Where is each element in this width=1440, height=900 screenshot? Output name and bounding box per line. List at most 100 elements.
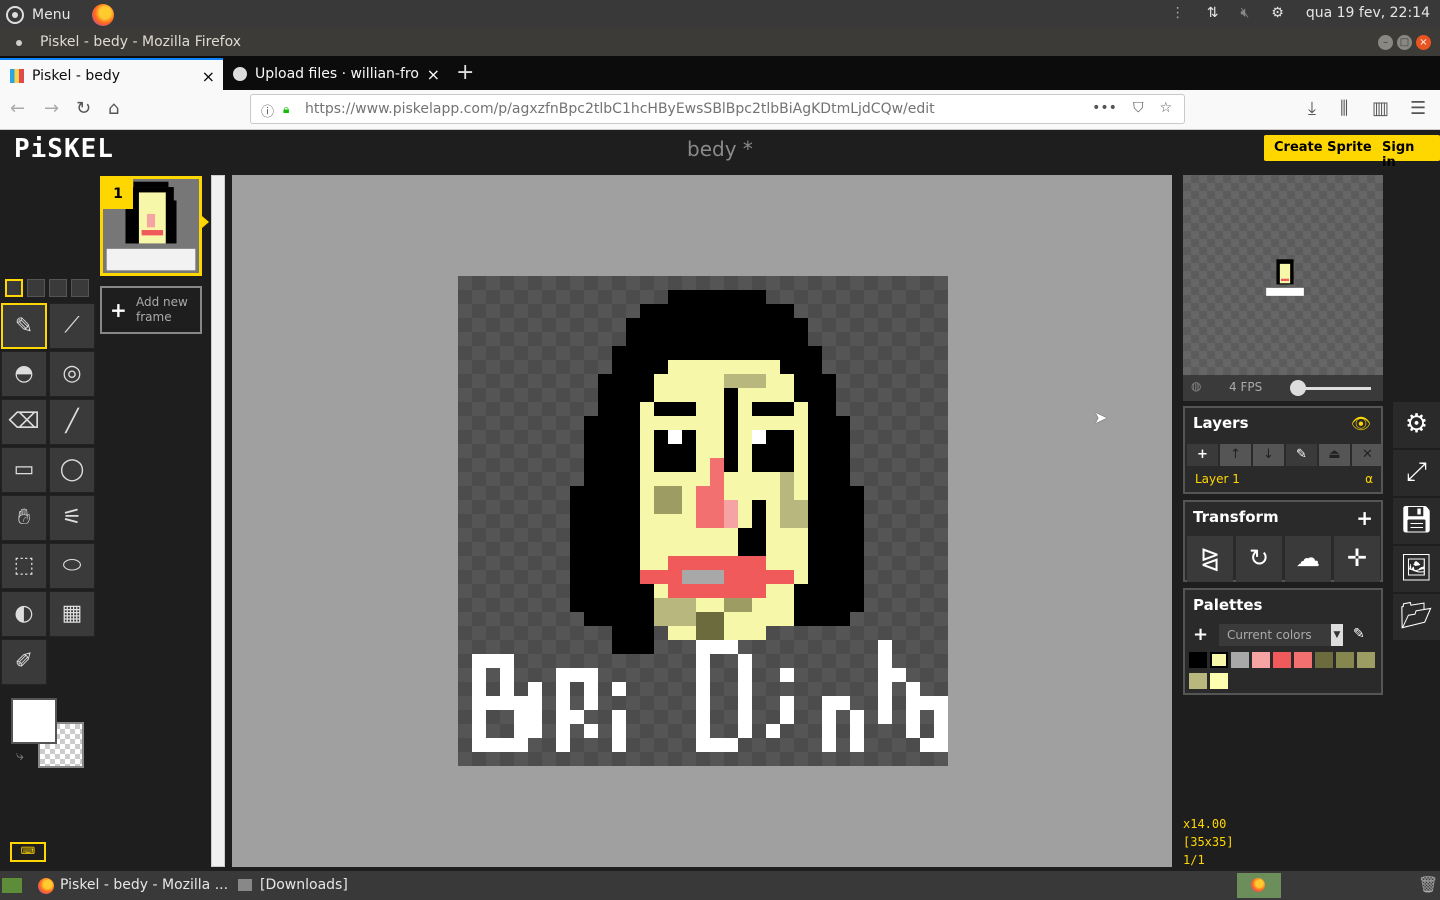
tab-piskel[interactable]: Piskel - bedy × [0, 58, 223, 90]
swap-colors-icon[interactable]: ⤷ [16, 748, 24, 764]
keyboard-shortcuts-icon[interactable]: ⌨ [10, 842, 46, 862]
os-menu-button[interactable]: Menu [6, 4, 115, 26]
flip-icon[interactable]: ⧎ [1187, 536, 1233, 582]
palette-swatch[interactable] [1357, 652, 1375, 668]
os-clock[interactable]: qua 19 fev, 22:14 [1306, 5, 1430, 21]
hamburger-menu-icon[interactable]: ☰ [1410, 98, 1426, 119]
dithering-tool-icon[interactable]: ▦ [49, 591, 95, 637]
library-icon[interactable]: ⫼ [1340, 98, 1348, 119]
layer-item[interactable]: Layer 1 α [1187, 470, 1379, 490]
pen-size-4[interactable] [71, 279, 89, 297]
fps-slider-handle[interactable] [1290, 380, 1306, 396]
move-hand-tool-icon[interactable]: ✋︎ [1, 495, 47, 541]
taskbar-item-firefox[interactable]: Piskel - bedy - Mozilla ... [34, 871, 228, 900]
minimize-button[interactable]: – [1378, 35, 1393, 50]
lighten-tool-icon[interactable]: ◐ [1, 591, 47, 637]
drawing-canvas[interactable] [458, 276, 948, 766]
workspace-switcher[interactable] [1237, 873, 1281, 898]
home-button[interactable]: ⌂ [108, 98, 119, 119]
move-layer-down-icon[interactable]: ↓ [1253, 444, 1284, 466]
palette-swatch[interactable] [1315, 652, 1333, 668]
save-icon[interactable]: 💾︎ [1393, 498, 1440, 544]
shape-selection-tool-icon[interactable]: ⚟ [49, 495, 95, 541]
toggle-layer-visibility-icon[interactable]: 👁︎ [1351, 414, 1371, 433]
sign-in-button[interactable]: Sign in [1372, 135, 1440, 170]
clone-sheep-icon[interactable]: ☁ [1285, 536, 1331, 582]
window-menu-icon[interactable] [16, 40, 22, 46]
network-icon[interactable]: ⇅ [1207, 5, 1219, 21]
merge-layer-icon[interactable]: ⏏ [1319, 444, 1350, 466]
color-picker-tool-icon[interactable]: ✐ [1, 639, 47, 685]
paint-bucket-tool-icon[interactable]: ◓ [1, 351, 47, 397]
open-folder-icon[interactable]: 📂︎ [1393, 594, 1440, 640]
delete-layer-icon[interactable]: ✕ [1352, 444, 1383, 466]
sidebar-icon[interactable]: ▥ [1372, 98, 1389, 119]
site-info-icon[interactable]: ⓘ [261, 101, 274, 120]
edit-palette-icon[interactable]: ✎ [1353, 626, 1365, 642]
lasso-selection-tool-icon[interactable]: ⬭ [49, 543, 95, 589]
palette-swatch[interactable] [1189, 673, 1207, 689]
resize-icon[interactable]: ⤢ [1393, 450, 1440, 496]
add-layer-icon[interactable]: + [1187, 444, 1218, 466]
frames-scrollbar[interactable] [211, 175, 225, 867]
back-button[interactable]: ← [10, 98, 25, 119]
new-tab-button[interactable]: + [456, 60, 474, 85]
frame-thumbnail[interactable]: 1 [100, 176, 202, 276]
layer-alpha-label[interactable]: α [1365, 472, 1373, 486]
url-text[interactable]: https://www.piskelapp.com/p/agxzfnBpc2tl… [305, 101, 935, 117]
add-palette-icon[interactable]: + [1193, 624, 1208, 645]
pen-size-2[interactable] [27, 279, 45, 297]
palette-swatch[interactable] [1252, 652, 1270, 668]
reload-button[interactable]: ↻ [76, 98, 91, 119]
close-tab-icon[interactable]: × [422, 65, 440, 84]
palette-select[interactable]: Current colors ▼ [1219, 624, 1343, 646]
create-sprite-button[interactable]: Create Sprite [1264, 135, 1382, 161]
stroke-tool-icon[interactable]: ╱ [49, 399, 95, 445]
palette-swatch[interactable] [1294, 652, 1312, 668]
pen-tool-icon[interactable]: ✎ [1, 303, 47, 349]
bookmark-star-icon[interactable]: ☆ [1159, 100, 1172, 116]
fps-slider-track[interactable] [1295, 387, 1371, 390]
rotate-icon[interactable]: ↻ [1236, 536, 1282, 582]
pen-size-3[interactable] [49, 279, 67, 297]
move-layer-up-icon[interactable]: ↑ [1220, 444, 1251, 466]
close-tab-icon[interactable]: × [202, 67, 215, 86]
paint-same-color-tool-icon[interactable]: ◎ [49, 351, 95, 397]
show-desktop-icon[interactable] [2, 878, 22, 893]
eraser-tool-icon[interactable]: ⌫ [1, 399, 47, 445]
edit-layer-icon[interactable]: ✎ [1286, 444, 1317, 466]
page-actions-icon[interactable]: ••• [1092, 100, 1117, 116]
url-bar[interactable]: ⓘ 🔒︎ https://www.piskelapp.com/p/agxzfnB… [250, 94, 1185, 124]
animation-preview[interactable] [1183, 175, 1383, 375]
mirror-pen-tool-icon[interactable]: ⟋ [49, 303, 95, 349]
circle-tool-icon[interactable]: ◯ [49, 447, 95, 493]
palette-swatch[interactable] [1189, 652, 1207, 668]
volume-muted-icon[interactable]: 🔇︎ [1240, 5, 1249, 21]
rectangle-tool-icon[interactable]: ▭ [1, 447, 47, 493]
add-new-frame-button[interactable]: + Add new frame [100, 286, 202, 334]
maximize-button[interactable]: □ [1397, 35, 1412, 50]
taskbar-item-downloads[interactable]: [Downloads] [234, 871, 348, 900]
palette-swatch[interactable] [1231, 652, 1249, 668]
settings-icon[interactable]: ⚙ [1271, 5, 1284, 21]
palette-swatch[interactable] [1273, 652, 1291, 668]
export-image-icon[interactable]: 🖼︎ [1393, 546, 1440, 592]
palette-swatch[interactable] [1210, 673, 1228, 689]
onion-skin-icon[interactable]: ◍ [1191, 379, 1201, 393]
palette-swatch[interactable] [1336, 652, 1354, 668]
tab-github[interactable]: Upload files · willian-fro × [223, 58, 448, 90]
primary-color-swatch[interactable] [11, 698, 57, 744]
center-align-icon[interactable]: ✛ [1334, 536, 1380, 582]
palette-swatch[interactable] [1210, 652, 1228, 668]
rectangle-selection-tool-icon[interactable]: ⬚ [1, 543, 47, 589]
forward-button[interactable]: → [44, 98, 59, 119]
pocket-icon[interactable]: ⛉ [1133, 100, 1144, 116]
settings-gear-icon[interactable]: ⚙ [1393, 402, 1440, 448]
transform-expand-icon[interactable]: + [1356, 506, 1373, 530]
downloads-icon[interactable]: ⤓ [1308, 98, 1316, 119]
firefox-launcher-icon[interactable] [92, 4, 115, 26]
pen-size-1[interactable] [5, 279, 23, 297]
lock-icon[interactable]: 🔒︎ [283, 102, 289, 117]
close-window-button[interactable]: × [1416, 35, 1431, 50]
trash-icon[interactable]: 🗑︎ [1418, 875, 1438, 894]
